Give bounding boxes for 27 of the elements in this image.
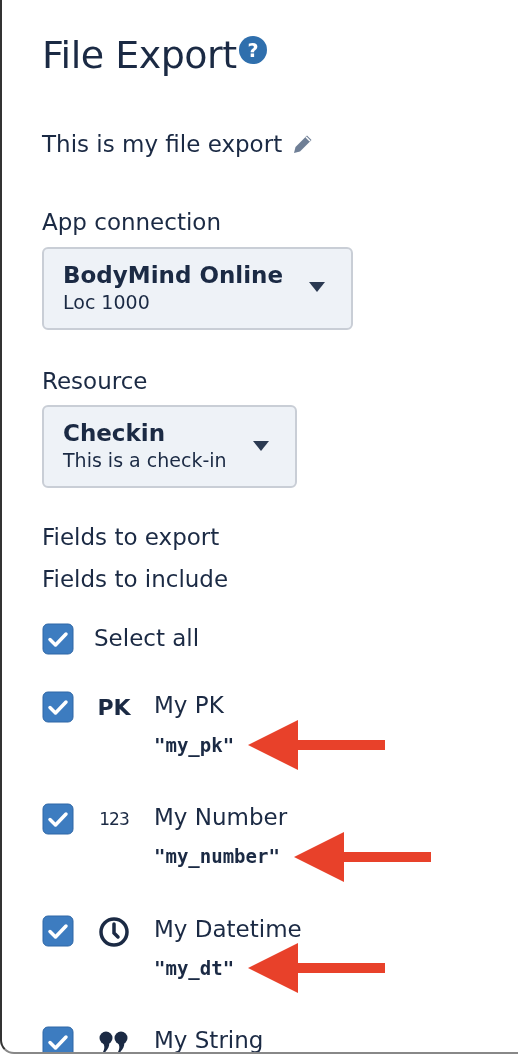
field-name: My Number	[154, 802, 289, 832]
caret-icon	[252, 440, 269, 451]
type-label: PK	[97, 697, 131, 720]
field-name: My PK	[154, 691, 225, 720]
field-label: Resource	[42, 367, 149, 396]
caret-icon	[309, 282, 326, 293]
checkbox[interactable]	[42, 691, 74, 724]
description-text: This is my file export	[42, 131, 283, 158]
field-api-name: "my_dt"	[154, 956, 235, 982]
field-name: My Datetime	[154, 914, 303, 944]
checkbox[interactable]	[42, 802, 74, 835]
dropdown[interactable]: Checkin This is a check-in	[42, 405, 297, 488]
help-icon[interactable]: ?	[238, 36, 267, 64]
section-label: Fields to include	[42, 565, 230, 594]
type-label: 123	[99, 811, 129, 829]
quote-icon	[99, 1031, 129, 1052]
section-label: Fields to export	[42, 523, 221, 552]
checkbox[interactable]	[42, 1026, 74, 1052]
dropdown[interactable]: BodyMind Online Loc 1000	[42, 247, 354, 330]
select-all-label: Select all	[94, 624, 200, 654]
field-label: App connection	[42, 209, 222, 237]
field-api-name: "my_number"	[154, 844, 280, 870]
checkbox[interactable]	[42, 623, 74, 656]
field-api-name: "my_pk"	[154, 732, 235, 759]
checkbox[interactable]	[42, 914, 74, 947]
page-title: File Export	[42, 32, 237, 79]
clock-icon	[98, 915, 130, 948]
